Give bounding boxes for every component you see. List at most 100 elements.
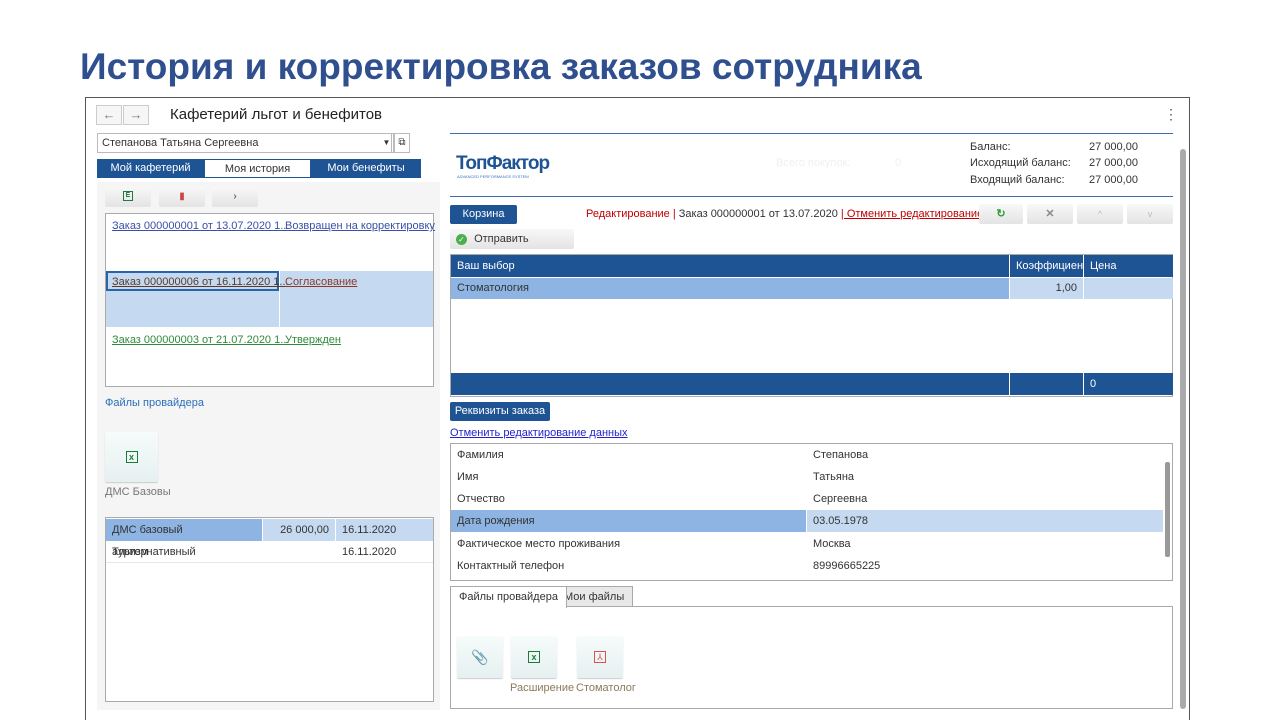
- kebab-icon[interactable]: ⋮: [1164, 106, 1178, 123]
- next-button[interactable]: ›: [212, 187, 258, 207]
- file-name: Расширение: [510, 682, 575, 694]
- tab-my-benefits[interactable]: Мои бенефиты: [311, 159, 421, 178]
- order-status[interactable]: Возвращен на корректировку: [285, 220, 435, 232]
- tab-my-history[interactable]: Моя история: [204, 159, 311, 178]
- detail-value: Москва: [813, 538, 851, 550]
- cancel-data-edit-link[interactable]: Отменить редактирование данных: [450, 427, 628, 439]
- price-cell: [1084, 278, 1173, 299]
- detail-value: 89996665225: [813, 560, 881, 572]
- paperclip-icon: 📎: [471, 649, 489, 665]
- table-row[interactable]: Стоматология 1,00: [451, 278, 1173, 299]
- scrollbar-thumb[interactable]: [1165, 462, 1170, 557]
- detail-label: Контактный телефон: [457, 560, 565, 572]
- edit-status: Редактирование | Заказ 000000001 от 13.0…: [586, 208, 1020, 220]
- column-header[interactable]: Цена: [1084, 255, 1173, 277]
- footer-cell: [451, 373, 1009, 395]
- close-icon: ✕: [1045, 208, 1055, 220]
- detail-label: Отчество: [457, 493, 505, 505]
- delete-button[interactable]: ✕: [1027, 204, 1073, 224]
- move-up-button[interactable]: ^: [1077, 204, 1123, 224]
- back-button[interactable]: ←: [96, 105, 122, 125]
- order-details-button[interactable]: Реквизиты заказа: [450, 402, 550, 421]
- order-name[interactable]: Заказ 000000001 от 13.07.2020 1...: [112, 220, 289, 232]
- report-button[interactable]: ▮: [159, 187, 205, 207]
- detail-label: Дата рождения: [451, 510, 806, 532]
- logo: ТопФактор: [456, 153, 550, 174]
- benefits-table: ДМС базовый альтернативный 26 000,00 16.…: [105, 517, 434, 702]
- table-row[interactable]: Дата рождения 03.05.1978: [451, 510, 1163, 532]
- detail-value: Степанова: [813, 449, 869, 461]
- chevron-down-icon: v: [1147, 209, 1153, 219]
- app-title: Кафетерий льгот и бенефитов: [170, 106, 383, 123]
- table-row[interactable]: Туризм 16.11.2020: [106, 541, 433, 563]
- arrow-left-icon: ←: [102, 107, 116, 122]
- excel-export-button[interactable]: E: [105, 187, 151, 207]
- table-row[interactable]: Фамилия Степанова: [451, 444, 1163, 466]
- column-header[interactable]: Коэффициент: [1010, 255, 1088, 277]
- file-name: Стоматолог: [576, 682, 636, 694]
- benefit-date: 16.11.2020: [342, 546, 397, 558]
- incoming-balance-label: Входящий баланс:: [970, 174, 1065, 186]
- cart-table: Ваш выбор Коэффициент Цена Стоматология …: [450, 254, 1173, 397]
- provider-file-tile[interactable]: x: [105, 432, 158, 482]
- divider: [450, 196, 1173, 197]
- table-row[interactable]: Отчество Сергеевна: [451, 488, 1163, 510]
- order-status[interactable]: Утвержден: [285, 334, 341, 346]
- provider-files-label: Файлы провайдера: [105, 397, 204, 409]
- vertical-scrollbar[interactable]: [1178, 135, 1188, 715]
- balance-label: Баланс:: [970, 141, 1011, 153]
- tab-provider-files[interactable]: Файлы провайдера: [450, 586, 567, 608]
- resend-button[interactable]: ✓ Отправить повторно: [450, 229, 574, 265]
- detail-label: Фамилия: [457, 449, 504, 461]
- coef-cell: 1,00: [1010, 278, 1083, 299]
- details-table: Фамилия Степанова Имя Татьяна Отчество Серг…: [450, 443, 1173, 581]
- employee-field[interactable]: Степанова Татьяна Сергеевна: [97, 133, 392, 153]
- detail-label: Имя: [457, 471, 479, 483]
- order-row[interactable]: Заказ 000000006 от 16.11.2020 1... Согла…: [106, 271, 433, 327]
- order-name[interactable]: Заказ 000000003 от 21.07.2020 1...: [112, 334, 289, 346]
- total-purchases-value: 0: [895, 157, 902, 169]
- open-icon[interactable]: ⧉: [394, 133, 410, 153]
- orders-list: Заказ 000000001 от 13.07.2020 1... Возвр…: [105, 213, 435, 387]
- file-tile[interactable]: ⅄: [577, 636, 623, 678]
- detail-value: Татьяна: [813, 471, 855, 483]
- excel-icon: E: [123, 191, 133, 202]
- footer-cell: [1010, 373, 1083, 395]
- benefit-date: 16.11.2020: [336, 519, 433, 541]
- provider-file-name: ДМС Базовы: [105, 486, 171, 498]
- choice-cell: Стоматология: [451, 278, 1009, 299]
- balance-value: 27 000,00: [1089, 141, 1138, 153]
- footer-total: 0: [1084, 373, 1173, 395]
- total-purchases-label: Всего покупок:: [776, 157, 851, 169]
- tab-my-cafeteria[interactable]: Мой кафетерий: [97, 159, 204, 178]
- order-row[interactable]: Заказ 000000003 от 21.07.2020 1... Утвер…: [106, 328, 433, 384]
- slide-title: История и корректировка заказов сотрудни…: [80, 46, 922, 87]
- table-row[interactable]: Фактическое место проживания Москва: [451, 533, 1163, 555]
- refresh-button[interactable]: ↻: [979, 204, 1023, 224]
- order-row[interactable]: Заказ 000000001 от 13.07.2020 1... Возвр…: [106, 214, 435, 270]
- outgoing-balance-value: 27 000,00: [1089, 157, 1138, 169]
- divider: [450, 133, 1173, 134]
- column-header[interactable]: Ваш выбор: [451, 255, 1009, 277]
- incoming-balance-value: 27 000,00: [1089, 174, 1138, 186]
- outgoing-balance-label: Исходящий баланс:: [970, 157, 1071, 169]
- order-status[interactable]: Согласование: [285, 276, 357, 288]
- chevron-down-icon[interactable]: ▼: [380, 133, 394, 153]
- scrollbar-thumb[interactable]: [1180, 149, 1186, 709]
- attach-button[interactable]: 📎: [457, 636, 503, 678]
- benefit-amount: 26 000,00: [263, 519, 335, 541]
- benefit-name: ДМС базовый альтернативный: [106, 519, 262, 558]
- move-down-button[interactable]: v: [1127, 204, 1173, 224]
- file-tile[interactable]: x: [511, 636, 557, 678]
- forward-button[interactable]: →: [123, 105, 149, 125]
- chevron-right-icon: ›: [233, 191, 237, 202]
- order-name[interactable]: Заказ 000000006 от 16.11.2020 1...: [112, 276, 289, 288]
- table-row[interactable]: ДМС базовый альтернативный 26 000,00 16.…: [106, 519, 433, 558]
- table-row[interactable]: Имя Татьяна: [451, 466, 1163, 488]
- cart-button[interactable]: Корзина: [450, 205, 517, 224]
- check-icon: ✓: [456, 233, 467, 245]
- chevron-up-icon: ^: [1097, 209, 1103, 219]
- refresh-icon: ↻: [996, 208, 1006, 220]
- benefit-amount: [263, 541, 335, 563]
- table-row[interactable]: Контактный телефон 89996665225: [451, 555, 1163, 577]
